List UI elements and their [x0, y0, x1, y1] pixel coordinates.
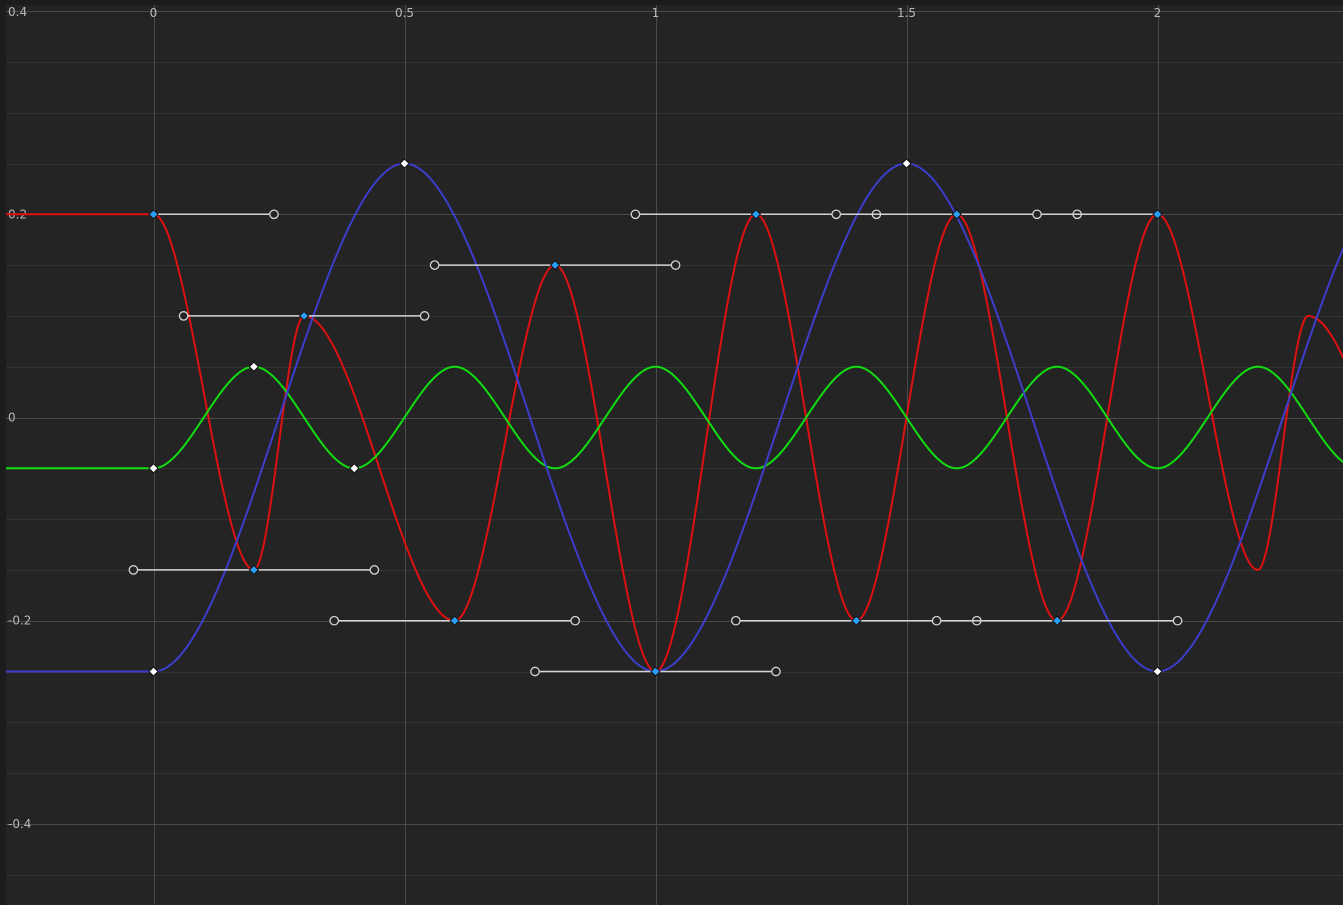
tangent-handle[interactable]: [269, 209, 279, 220]
keyframe-marker[interactable]: [349, 463, 360, 474]
tangent-handle[interactable]: [730, 615, 741, 626]
keyframe-marker[interactable]: [148, 463, 159, 474]
keyframe-marker[interactable]: [1152, 666, 1163, 677]
tangent-handle[interactable]: [1032, 209, 1042, 220]
tangent-handle[interactable]: [530, 666, 540, 677]
y-tick-label: -0.4: [8, 817, 31, 831]
tangent-handles[interactable]: [128, 209, 1183, 677]
tangent-handle[interactable]: [419, 311, 430, 321]
x-tick-label: 1: [652, 6, 660, 20]
grid-minor: [6, 11, 1343, 876]
tick-labels: -0.500.511.522.533.544.50.40.20-0.2-0.4: [8, 5, 1162, 831]
curves: [6, 162, 1343, 673]
tangent-handle[interactable]: [329, 615, 340, 626]
keyframe-marker[interactable]: [1051, 615, 1063, 626]
tangent-handle[interactable]: [771, 666, 781, 677]
x-tick-label: 1.5: [897, 6, 916, 20]
tangent-handle[interactable]: [931, 615, 942, 626]
tangent-handle[interactable]: [670, 260, 681, 270]
grid-major: [6, 5, 1343, 905]
keyframes[interactable]: [148, 158, 1343, 677]
tangent-handle[interactable]: [178, 311, 189, 321]
keyframe-marker[interactable]: [650, 666, 661, 677]
y-tick-label: 0: [8, 411, 16, 425]
keyframe-marker[interactable]: [148, 666, 159, 677]
curve-editor[interactable]: -0.500.511.522.533.544.50.40.20-0.2-0.4: [0, 0, 1343, 905]
x-tick-label: 2: [1154, 6, 1162, 20]
y-tick-label: -0.2: [8, 614, 31, 628]
green-curve: [6, 365, 1343, 470]
keyframe-marker[interactable]: [1152, 209, 1163, 220]
tangent-handle[interactable]: [128, 565, 139, 575]
keyframe-marker[interactable]: [248, 361, 260, 372]
tangent-handle[interactable]: [369, 565, 380, 575]
y-tick-label: 0.4: [8, 5, 27, 19]
keyframe-marker[interactable]: [148, 209, 159, 220]
keyframe-marker[interactable]: [449, 615, 460, 626]
x-tick-label: 0.5: [395, 6, 414, 20]
keyframe-marker[interactable]: [750, 209, 762, 220]
keyframe-marker[interactable]: [851, 615, 862, 626]
curve-graph[interactable]: -0.500.511.522.533.544.50.40.20-0.2-0.4: [0, 0, 1343, 905]
tangent-handle[interactable]: [570, 615, 581, 626]
keyframe-marker[interactable]: [549, 259, 561, 271]
tangent-handle[interactable]: [429, 260, 440, 270]
tangent-handle[interactable]: [1172, 615, 1183, 626]
keyframe-marker[interactable]: [399, 158, 410, 169]
tangent-handle[interactable]: [630, 209, 641, 220]
red-curve: [6, 213, 1343, 673]
tangent-handle[interactable]: [831, 209, 842, 220]
x-tick-label: 0: [150, 6, 158, 20]
keyframe-marker[interactable]: [901, 158, 912, 169]
